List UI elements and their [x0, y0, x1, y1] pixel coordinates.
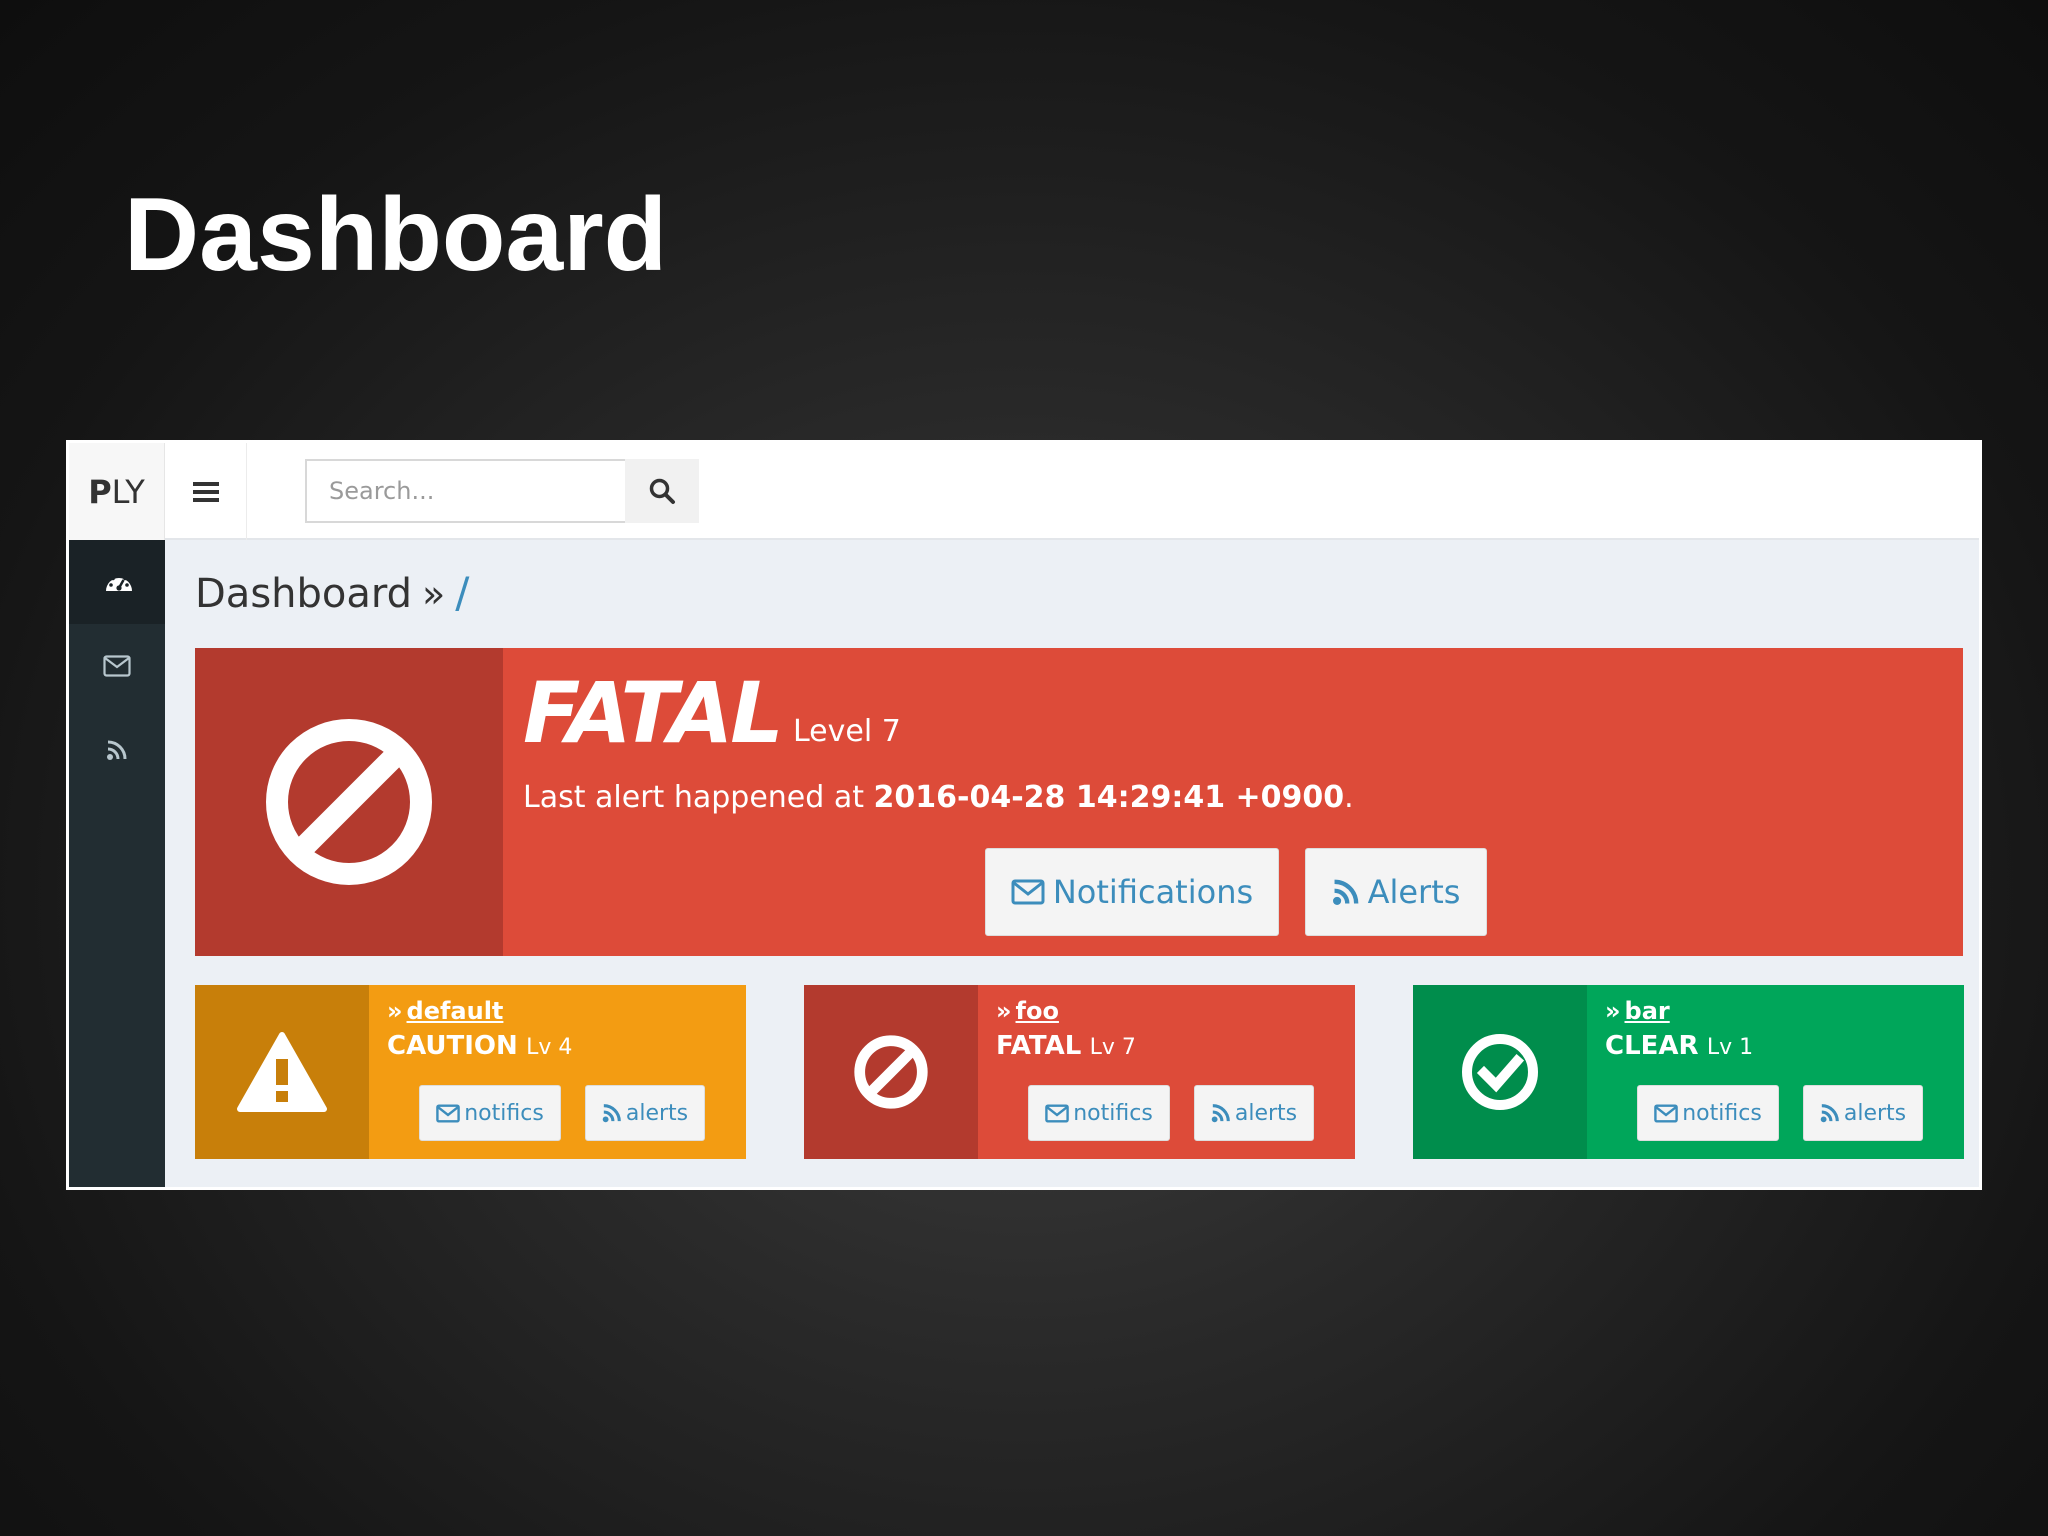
item-status: CAUTION Lv 4: [387, 1031, 572, 1061]
overall-status-box: FATAL Level 7 Last alert happened at 201…: [195, 648, 1963, 956]
alerts-button-label: Alerts: [1367, 873, 1461, 911]
item-name-link[interactable]: » bar: [1605, 997, 1670, 1025]
search-form: [305, 459, 699, 523]
envelope-icon: [103, 655, 131, 677]
status-box-foo: » foo FATAL Lv 7 notifics alerts: [804, 985, 1355, 1159]
item-name: foo: [1015, 997, 1059, 1025]
item-level: Lv 4: [526, 1035, 573, 1060]
item-status: FATAL Lv 7: [996, 1031, 1136, 1061]
sidebar-toggle-button[interactable]: [165, 443, 247, 540]
rss-icon: [1820, 1104, 1839, 1123]
status-icon-panel: [1413, 985, 1587, 1159]
item-notifics-label: notifics: [464, 1100, 544, 1126]
breadcrumb-root-link[interactable]: /: [455, 568, 469, 617]
angle-double-right-icon: »: [996, 997, 1012, 1025]
last-alert-suffix: .: [1344, 780, 1354, 815]
logo-rest: LY: [111, 472, 145, 511]
overall-status-text: FATAL: [523, 664, 784, 762]
status-box-body: » foo FATAL Lv 7 notifics alerts: [978, 985, 1355, 1159]
item-name-link[interactable]: » foo: [996, 997, 1059, 1025]
item-alerts-button[interactable]: alerts: [1803, 1085, 1923, 1141]
breadcrumb-separator: »: [422, 572, 446, 616]
status-box-default: » default CAUTION Lv 4 notifics alerts: [195, 985, 746, 1159]
breadcrumb: Dashboard » /: [195, 568, 469, 617]
item-notifics-button[interactable]: notifics: [1028, 1085, 1170, 1141]
last-alert-message: Last alert happened at 2016-04-28 14:29:…: [523, 780, 1354, 815]
status-icon-panel: [195, 985, 369, 1159]
item-alerts-label: alerts: [1234, 1100, 1298, 1126]
status-box-body: » bar CLEAR Lv 1 notifics alerts: [1587, 985, 1964, 1159]
status-box-body: » default CAUTION Lv 4 notifics alerts: [369, 985, 746, 1159]
notifications-button-label: Notifications: [1052, 873, 1254, 911]
app-window: P LY Search... Dashboard » / FATAL Level…: [66, 440, 1982, 1190]
slide-title: Dashboard: [124, 177, 668, 293]
envelope-icon: [1011, 879, 1045, 905]
envelope-icon: [1045, 1104, 1070, 1122]
item-alerts-button[interactable]: alerts: [585, 1085, 705, 1141]
item-notifics-label: notifics: [1073, 1100, 1153, 1126]
item-alerts-label: alerts: [625, 1100, 689, 1126]
top-navbar: P LY: [69, 443, 1979, 540]
logo-bold: P: [88, 472, 112, 511]
item-status: CLEAR Lv 1: [1605, 1031, 1753, 1061]
item-alerts-label: alerts: [1843, 1100, 1907, 1126]
item-status-text: FATAL: [996, 1031, 1082, 1061]
ban-icon: [854, 1035, 928, 1109]
search-button[interactable]: [625, 459, 699, 523]
hamburger-icon: [192, 481, 219, 502]
item-level: Lv 1: [1706, 1035, 1754, 1060]
status-box-bar: » bar CLEAR Lv 1 notifics alerts: [1413, 985, 1964, 1159]
warning-icon: [237, 1032, 327, 1112]
last-alert-prefix: Last alert happened at: [523, 780, 874, 815]
item-notifics-label: notifics: [1682, 1100, 1762, 1126]
overall-status-icon-panel: [195, 648, 503, 956]
item-name: bar: [1624, 997, 1670, 1025]
item-alerts-button[interactable]: alerts: [1194, 1085, 1314, 1141]
dashboard-icon: [106, 573, 132, 591]
item-name: default: [406, 997, 504, 1025]
sidebar: [69, 540, 165, 1187]
rss-icon: [1211, 1104, 1230, 1123]
item-status-text: CAUTION: [387, 1031, 518, 1061]
app-logo[interactable]: P LY: [69, 443, 165, 540]
angle-double-right-icon: »: [1605, 997, 1621, 1025]
page-title: Dashboard: [195, 571, 413, 617]
item-name-link[interactable]: » default: [387, 997, 503, 1025]
envelope-icon: [1654, 1104, 1679, 1122]
search-input[interactable]: [305, 459, 625, 523]
rss-icon: [602, 1104, 621, 1123]
sidebar-item-notifications[interactable]: [69, 624, 165, 708]
item-notifics-button[interactable]: notifics: [1637, 1085, 1779, 1141]
sidebar-item-dashboard[interactable]: [69, 540, 165, 624]
alerts-button[interactable]: Alerts: [1305, 848, 1487, 936]
rss-icon: [107, 740, 127, 760]
envelope-icon: [436, 1104, 461, 1122]
main-content: Dashboard » / FATAL Level 7 Last alert h…: [165, 540, 1979, 1187]
last-alert-timestamp: 2016-04-28 14:29:41 +0900: [873, 780, 1345, 815]
angle-double-right-icon: »: [387, 997, 403, 1025]
overall-status-body: FATAL Level 7 Last alert happened at 201…: [503, 648, 1963, 956]
ban-icon: [266, 719, 432, 885]
notifications-button[interactable]: Notifications: [985, 848, 1279, 936]
rss-icon: [1332, 879, 1358, 905]
item-level: Lv 7: [1089, 1035, 1136, 1060]
search-icon: [649, 478, 675, 504]
item-notifics-button[interactable]: notifics: [419, 1085, 561, 1141]
check-circle-icon: [1462, 1034, 1538, 1110]
overall-level-text: Level 7: [793, 714, 901, 749]
status-icon-panel: [804, 985, 978, 1159]
item-status-text: CLEAR: [1605, 1031, 1699, 1061]
sidebar-item-alerts[interactable]: [69, 708, 165, 792]
